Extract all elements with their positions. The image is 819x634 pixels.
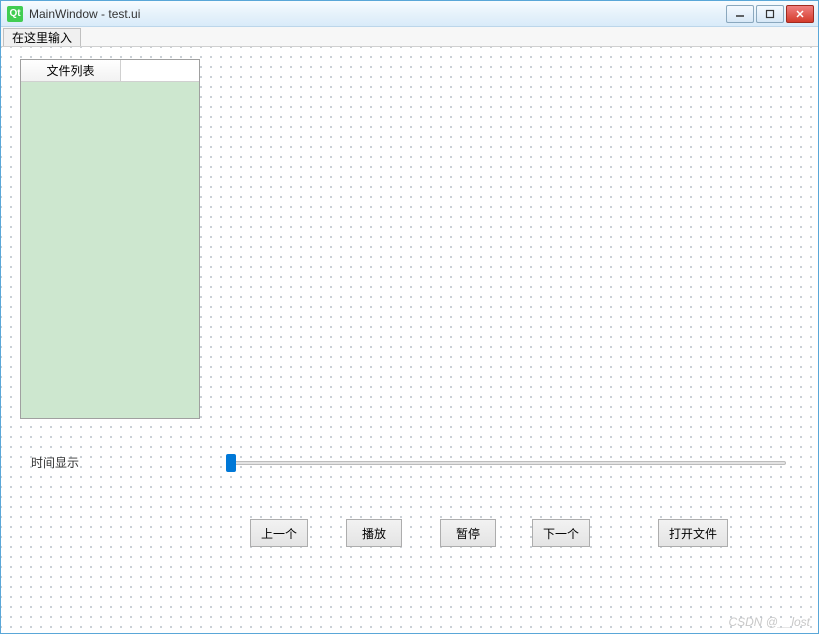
menu-placeholder[interactable]: 在这里输入 bbox=[3, 28, 81, 46]
file-list-widget[interactable]: 文件列表 bbox=[20, 59, 200, 419]
watermark: CSDN @__lost bbox=[728, 615, 810, 629]
file-list-header-col[interactable]: 文件列表 bbox=[21, 60, 121, 81]
play-button[interactable]: 播放 bbox=[346, 519, 402, 547]
menubar: 在这里输入 bbox=[1, 27, 818, 47]
open-file-button[interactable]: 打开文件 bbox=[658, 519, 728, 547]
slider-thumb[interactable] bbox=[226, 454, 236, 472]
time-label: 时间显示 bbox=[31, 454, 79, 471]
titlebar: Qt MainWindow - test.ui bbox=[1, 1, 818, 27]
next-button[interactable]: 下一个 bbox=[532, 519, 590, 547]
window-title: MainWindow - test.ui bbox=[29, 7, 726, 21]
maximize-button[interactable] bbox=[756, 5, 784, 23]
button-row: 上一个 播放 暂停 下一个 打开文件 bbox=[250, 519, 728, 547]
qt-icon: Qt bbox=[7, 6, 23, 22]
client-area: 文件列表 时间显示 上一个 播放 暂停 下一个 打开文件 CSDN @__los… bbox=[1, 47, 818, 633]
close-button[interactable] bbox=[786, 5, 814, 23]
progress-slider[interactable] bbox=[226, 454, 786, 472]
file-list-header: 文件列表 bbox=[21, 60, 199, 82]
slider-track bbox=[226, 461, 786, 465]
main-window: Qt MainWindow - test.ui 在这里输入 文件列表 时间显示 bbox=[0, 0, 819, 634]
prev-button[interactable]: 上一个 bbox=[250, 519, 308, 547]
minimize-button[interactable] bbox=[726, 5, 754, 23]
window-controls bbox=[726, 5, 814, 23]
file-list-body[interactable] bbox=[21, 82, 199, 418]
pause-button[interactable]: 暂停 bbox=[440, 519, 496, 547]
